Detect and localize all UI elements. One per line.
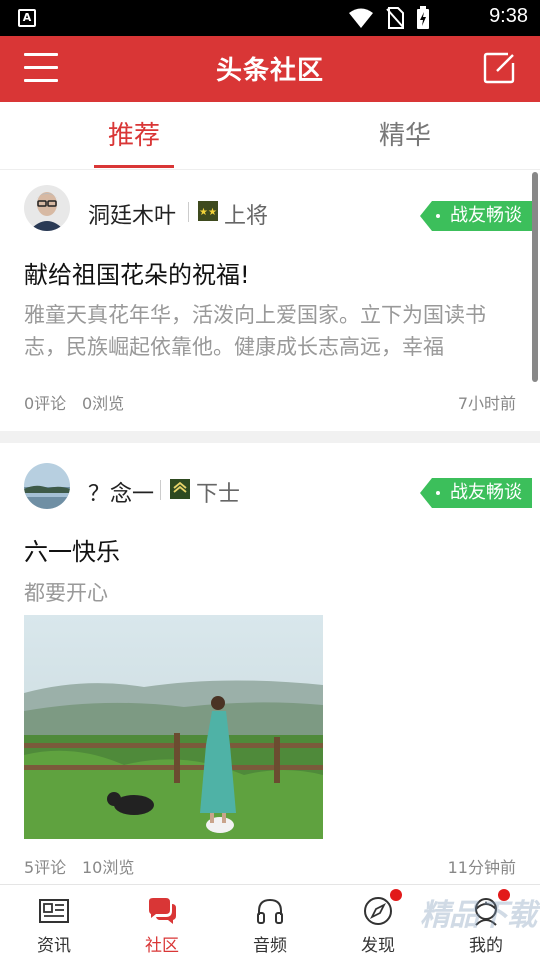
nav-discover[interactable]: 发现 (324, 885, 432, 960)
scrollbar[interactable] (532, 172, 538, 382)
comment-count: 0评论 (24, 394, 67, 413)
headphones-icon (257, 898, 283, 924)
comment-count: 5评论 (24, 858, 67, 877)
post-excerpt[interactable]: 雅童天真花年华，活泼向上爱国家。立下为国读书志，民族崛起依靠他。健康成长志高远，… (24, 299, 516, 363)
post-time: 11分钟前 (447, 858, 516, 877)
status-bar: A 9:38 (0, 0, 540, 36)
tab-recommended[interactable]: 推荐 (64, 102, 204, 170)
wifi-icon (349, 8, 373, 28)
rank-sergeant-icon (170, 479, 190, 499)
rank-label: 上将 (224, 204, 269, 229)
clock: 9:38 (489, 5, 528, 27)
username[interactable]: ？念一 (88, 476, 154, 508)
nav-news[interactable]: 资讯 (0, 885, 108, 960)
tab-featured[interactable]: 精华 (335, 102, 475, 170)
category-tag[interactable]: 战友畅谈 (420, 201, 532, 231)
chat-icon (149, 898, 176, 924)
nav-community[interactable]: 社区 (108, 885, 216, 960)
post-card[interactable]: 洞廷木叶 ★★ 上将 战友畅谈 献给祖国花朵的祝福! 雅童天真花年华，活泼向上爱… (0, 171, 540, 431)
nav-audio[interactable]: 音频 (216, 885, 324, 960)
svg-text:★★: ★★ (199, 207, 217, 218)
rank-label: 下士 (196, 482, 241, 507)
edit-icon[interactable] (482, 51, 516, 85)
notification-a-icon: A (18, 9, 36, 27)
avatar[interactable] (24, 463, 70, 509)
battery-charging-icon (417, 6, 429, 29)
post-divider (0, 431, 540, 443)
rank-general-icon: ★★ (198, 201, 218, 221)
username[interactable]: 洞廷木叶 (88, 198, 176, 230)
view-count: 10浏览 (82, 858, 135, 877)
compass-icon (364, 897, 392, 925)
view-count: 0浏览 (82, 394, 125, 413)
category-tag[interactable]: 战友畅谈 (420, 478, 532, 508)
post-excerpt[interactable]: 都要开心 (24, 577, 516, 609)
news-icon (39, 899, 69, 923)
post-title[interactable]: 六一快乐 (24, 532, 120, 567)
tab-bar: 推荐 精华 (0, 102, 540, 170)
no-sim-icon (386, 7, 404, 29)
post-title[interactable]: 献给祖国花朵的祝福! (24, 255, 250, 290)
post-image[interactable] (24, 615, 323, 839)
notification-badge (390, 889, 402, 901)
page-title: 头条社区 (215, 56, 324, 86)
avatar[interactable] (24, 185, 70, 231)
watermark: 精品下载 (420, 898, 537, 933)
app-header: 头条社区 (0, 36, 540, 102)
post-time: 7小时前 (457, 394, 516, 413)
